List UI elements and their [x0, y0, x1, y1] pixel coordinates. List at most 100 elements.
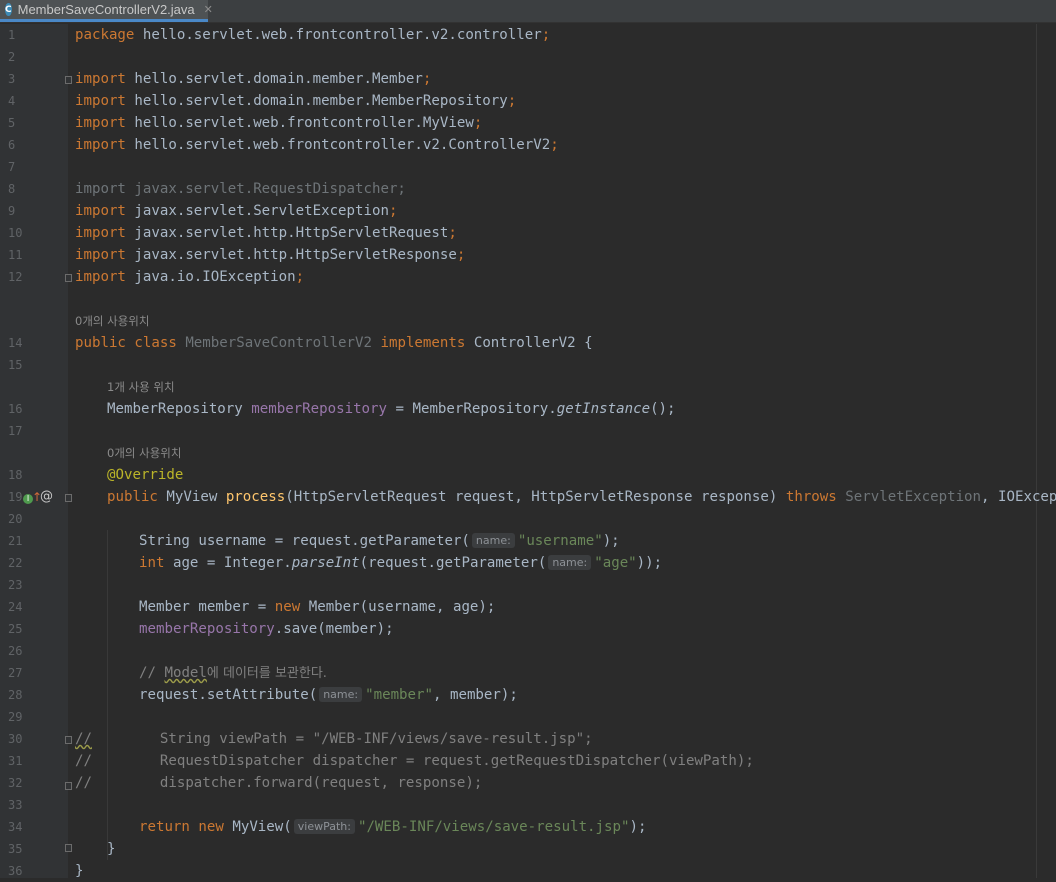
code-line-14: public class MemberSaveControllerV2 impl…: [75, 332, 593, 354]
line-number: 34: [8, 820, 23, 834]
string-literal: "age": [594, 555, 637, 571]
semicolon: ;: [422, 71, 432, 87]
parameter-hint: name:: [471, 533, 515, 548]
code-line-4: import hello.servlet.domain.member.Membe…: [75, 90, 516, 112]
field-name: memberRepository: [251, 401, 388, 417]
line-number: 35: [8, 842, 23, 856]
code-text: hello.servlet.domain.member.MemberReposi…: [125, 93, 508, 109]
code-text: hello.servlet.web.frontcontroller.v2.Con…: [125, 137, 551, 153]
line-number: 5: [8, 116, 16, 130]
line-number: 30: [8, 732, 23, 746]
line-number: 17: [8, 424, 23, 438]
line-number: 6: [8, 138, 16, 152]
annotation-icon[interactable]: @: [40, 490, 53, 504]
fold-marker-icon[interactable]: [65, 736, 72, 744]
keyword: import: [75, 115, 126, 131]
code-line-18: @Override: [107, 467, 184, 483]
code-line-25: memberRepository.save(member);: [139, 618, 394, 640]
semicolon: ;: [388, 203, 398, 219]
code-line-1: package hello.servlet.web.frontcontrolle…: [75, 24, 550, 46]
keyword: package: [75, 27, 135, 43]
usage-hint-field[interactable]: 1개 사용 위치: [107, 376, 175, 398]
fold-marker-icon[interactable]: [65, 76, 72, 84]
comment-marker: //: [75, 731, 92, 747]
code-text: Member(username, age);: [300, 599, 496, 615]
line-number: 36: [8, 864, 23, 878]
comment-marker: //: [75, 775, 92, 791]
code-line-28: request.setAttribute(name: "member", memb…: [139, 684, 518, 706]
code-text: javax.servlet.http.HttpServletResponse: [125, 247, 457, 263]
semicolon: ;: [507, 93, 517, 109]
close-tab-icon[interactable]: ✕: [204, 3, 213, 16]
line-number: 12: [8, 270, 23, 284]
code-line-12: import java.io.IOException;: [75, 266, 304, 288]
line-number: 28: [8, 688, 23, 702]
line-number: 1: [8, 28, 16, 42]
keyword: public: [107, 489, 158, 505]
comment-text: 에 데이터를 보관한다.: [206, 666, 327, 681]
code-line-9: import javax.servlet.ServletException;: [75, 200, 397, 222]
code-text: hello.servlet.domain.member.Member: [125, 71, 423, 87]
code-text: (HttpServletRequest request, HttpServlet…: [285, 489, 786, 505]
parameter-hint: name:: [548, 555, 592, 570]
keyword: return new: [139, 819, 224, 835]
comment-text: String viewPath = "/WEB-INF/views/save-r…: [91, 731, 593, 747]
keyword: int: [139, 555, 165, 571]
semicolon: ;: [448, 225, 457, 241]
java-class-icon: C: [5, 3, 12, 16]
usage-hint-class[interactable]: 0개의 사용위치: [75, 310, 149, 332]
keyword: implements: [380, 335, 466, 351]
code-text: age = Integer.: [164, 555, 292, 571]
semicolon: ;: [456, 247, 466, 263]
code-text: javax.servlet.ServletException: [125, 203, 389, 219]
fold-marker-icon[interactable]: [65, 494, 72, 502]
string-literal: "username": [517, 533, 603, 549]
line-number: 32: [8, 776, 23, 790]
code-line-8-unused-import: import javax.servlet.RequestDispatcher;: [75, 181, 406, 197]
code-line-35: }: [107, 841, 116, 857]
code-line-36: }: [75, 863, 84, 879]
keyword: throws: [785, 489, 837, 505]
code-line-5: import hello.servlet.web.frontcontroller…: [75, 112, 482, 134]
line-number: 9: [8, 204, 16, 218]
code-line-16: MemberRepository memberRepository = Memb…: [107, 398, 676, 420]
fold-marker-icon[interactable]: [65, 844, 72, 852]
parameter-hint: viewPath:: [293, 819, 355, 834]
semicolon: ;: [541, 27, 551, 43]
code-text: MyView(: [223, 819, 292, 835]
editor-tab-bar: C MemberSaveControllerV2.java ✕: [0, 0, 1056, 23]
usage-hint-method[interactable]: 0개의 사용위치: [107, 442, 181, 464]
code-text: (request.getParameter(: [359, 555, 547, 571]
keyword: import: [75, 203, 126, 219]
code-editor[interactable]: 1 2 3 4 5 6 7 8 9 10 11 12 14 15 16 17 1…: [0, 24, 1056, 879]
keyword: import: [75, 225, 126, 241]
string-literal: "member": [365, 687, 433, 703]
line-number: 14: [8, 336, 23, 350]
keyword: public class: [75, 335, 177, 351]
line-number: 4: [8, 94, 16, 108]
code-line-31-comment: // RequestDispatcher dispatcher = reques…: [75, 750, 754, 772]
fold-marker-icon[interactable]: [65, 782, 72, 790]
line-number: 26: [8, 644, 23, 658]
code-line-34: return new MyView(viewPath: "/WEB-INF/vie…: [139, 816, 646, 838]
line-number: 8: [8, 182, 16, 196]
comment-text: dispatcher.forward(request, response);: [91, 775, 483, 791]
indent-guide: [107, 530, 108, 860]
right-margin-guide: [1036, 24, 1037, 878]
semicolon: ;: [473, 115, 483, 131]
code-line-3: import hello.servlet.domain.member.Membe…: [75, 68, 431, 90]
line-number: 16: [8, 402, 23, 416]
comment-text: RequestDispatcher dispatcher = request.g…: [91, 753, 754, 769]
code-text: java.io.IOException: [125, 269, 296, 285]
fold-marker-icon[interactable]: [65, 274, 72, 282]
tab-member-save-controller[interactable]: C MemberSaveControllerV2.java ✕: [0, 0, 213, 22]
code-text: String username = request.getParameter(: [139, 533, 470, 549]
keyword: import: [75, 71, 126, 87]
code-text: request.setAttribute(: [139, 687, 318, 703]
line-number: 18: [8, 468, 23, 482]
line-number: 20: [8, 512, 23, 526]
code-text: hello.servlet.web.frontcontroller.v2.con…: [134, 27, 542, 43]
method-name: process: [225, 489, 286, 505]
code-text: = MemberRepository.: [387, 401, 557, 417]
